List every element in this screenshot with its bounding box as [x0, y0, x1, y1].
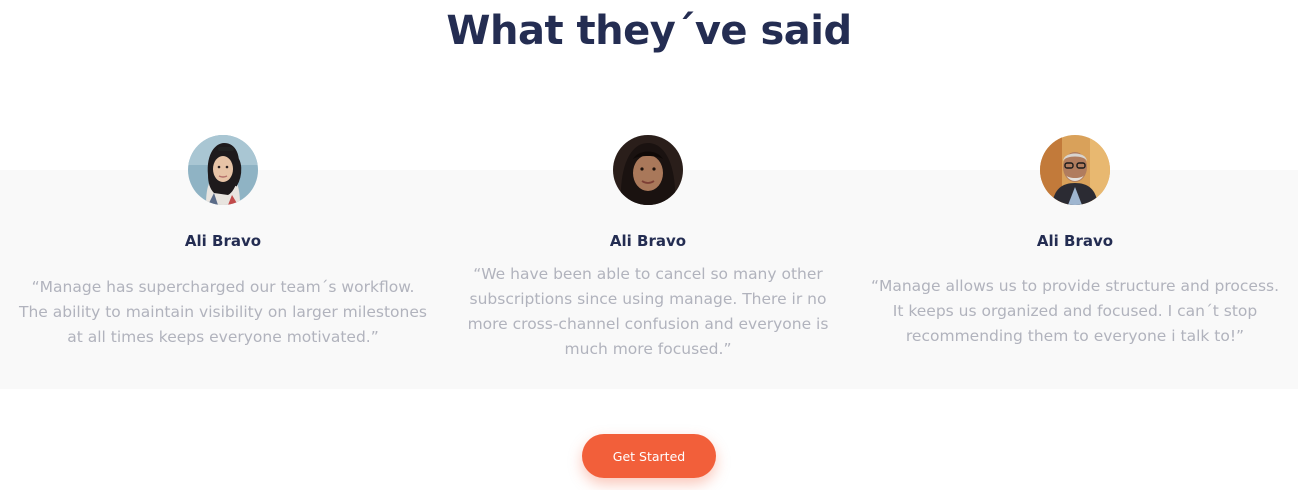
avatar-image	[613, 135, 683, 205]
avatar	[188, 135, 258, 205]
testimonial-name: Ali Bravo	[609, 232, 687, 250]
section-title: What they´ve said	[446, 8, 852, 54]
testimonial-card: Ali Bravo “Manage has supercharged our t…	[8, 135, 438, 350]
testimonial-name: Ali Bravo	[184, 232, 262, 250]
testimonials-page: What they´ve said Ali Bravo “Manage has …	[0, 0, 1298, 490]
get-started-button[interactable]: Get Started	[582, 434, 716, 478]
testimonial-card: Ali Bravo “We have been able to cancel s…	[433, 135, 863, 362]
avatar	[613, 135, 683, 205]
avatar-image	[188, 135, 258, 205]
testimonial-name: Ali Bravo	[1036, 232, 1114, 250]
testimonial-quote: “We have been able to cancel so many oth…	[467, 265, 829, 358]
avatar	[1040, 135, 1110, 205]
testimonial-quote: “Manage allows us to provide structure a…	[870, 277, 1280, 345]
avatar-image	[1040, 135, 1110, 205]
testimonial-quote: “Manage has supercharged our team´s work…	[19, 278, 427, 346]
testimonial-card: Ali Bravo “Manage allows us to provide s…	[860, 135, 1290, 349]
